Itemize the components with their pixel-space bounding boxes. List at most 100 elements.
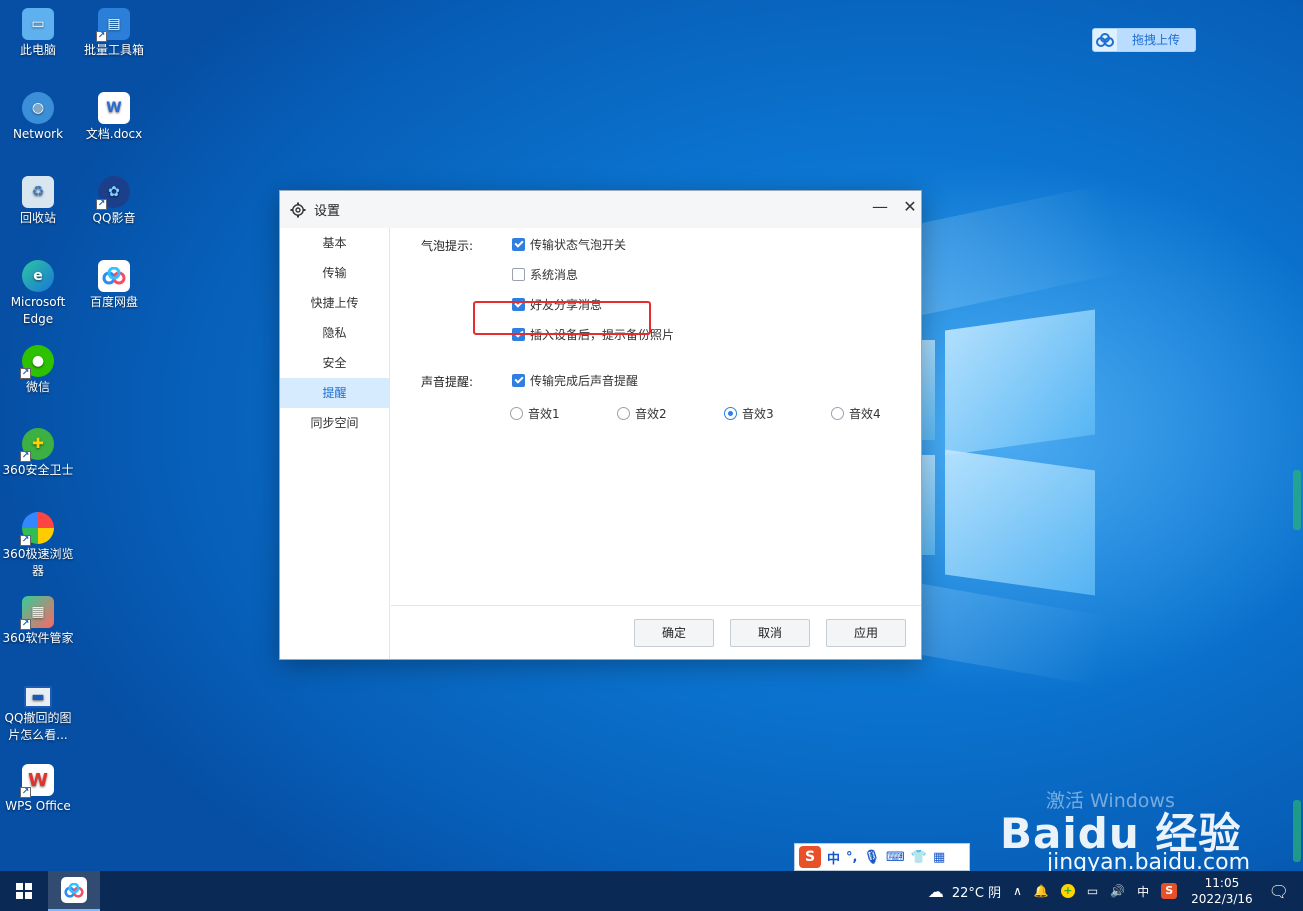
desktop-icon-360-software[interactable]: ▦ ↗ 360软件管家 [0, 596, 76, 647]
system-message-checkbox[interactable]: 系统消息 [512, 266, 578, 283]
weather-widget[interactable]: ☁ 22°C 阴 [928, 882, 1001, 901]
keyboard-icon[interactable]: ⌨ [886, 850, 905, 865]
apply-button[interactable]: 应用 [826, 619, 906, 647]
sound-reminder-label: 声音提醒: [421, 375, 474, 389]
skin-icon[interactable]: 👕 [911, 850, 927, 865]
bubble-tip-label: 气泡提示: [421, 239, 474, 253]
desktop-icon-label: 360软件管家 [2, 631, 74, 645]
close-button[interactable]: ✕ [896, 195, 924, 217]
cloud-weather-icon: ☁ [927, 881, 944, 901]
sidebar-item-reminder[interactable]: 提醒 [280, 378, 389, 408]
taskbar: ☁ 22°C 阴 ∧ 🔔 + ▭ 🔊 中 S 11:05 2022/3/16 🗨 [0, 871, 1303, 911]
360-safe-icon: ✚ ↗ [20, 428, 54, 462]
sound-after-transfer-checkbox[interactable]: 传输完成后声音提醒 [512, 372, 638, 389]
edge-icon: e [22, 260, 54, 292]
radio-unselected[interactable] [510, 407, 523, 420]
ime-mode-indicator[interactable]: 中 [1137, 883, 1149, 900]
radio-label: 音效1 [528, 407, 560, 421]
checkbox-label: 传输完成后声音提醒 [530, 374, 639, 388]
checkbox-unchecked[interactable] [512, 268, 525, 281]
desktop-icon-label: Microsoft Edge [10, 295, 66, 326]
toolbox-grid-icon[interactable]: ▦ [933, 850, 945, 865]
taskbar-app-baidu-netdisk[interactable] [48, 871, 100, 911]
sound-effect-1-radio[interactable]: 音效1 [510, 405, 560, 422]
volume-icon[interactable]: 🔊 [1110, 884, 1125, 898]
taskbar-clock[interactable]: 11:05 2022/3/16 [1191, 875, 1253, 907]
microphone-icon[interactable]: 🎙 [863, 850, 880, 865]
sogou-tray-icon[interactable]: S [1161, 883, 1178, 899]
desktop-icon-label: WPS Office [5, 799, 71, 813]
windows-start-icon [16, 883, 32, 899]
desktop-icon-qq-player[interactable]: ✿ ↗ QQ影音 [76, 176, 152, 227]
360-software-icon: ▦ ↗ [20, 596, 54, 630]
system-tray: ☁ 22°C 阴 ∧ 🔔 + ▭ 🔊 中 S 11:05 2022/3/16 🗨 [922, 871, 1303, 911]
desktop-icon-this-pc[interactable]: ▭ 此电脑 [0, 8, 76, 59]
ime-toolbar[interactable]: S 中 °, 🎙 ⌨ 👕 ▦ [794, 843, 970, 871]
desktop-icon-wechat[interactable]: ● ↗ 微信 [0, 345, 76, 396]
drag-upload-widget[interactable]: 拖拽上传 [1092, 28, 1196, 52]
desktop-icon-label: 微信 [25, 380, 50, 394]
start-button[interactable] [0, 871, 48, 911]
gear-icon [290, 202, 306, 217]
desktop-icon-batch-toolbox[interactable]: ▤ ↗ 批量工具箱 [76, 8, 152, 59]
checkbox-checked[interactable] [512, 374, 525, 387]
desktop-icon-label: 百度网盘 [89, 295, 138, 309]
settings-sidebar: 基本 传输 快捷上传 隐私 安全 提醒 同步空间 [280, 228, 390, 659]
ok-button[interactable]: 确定 [634, 619, 714, 647]
sound-effect-2-radio[interactable]: 音效2 [617, 405, 667, 422]
sidebar-item-sync-space[interactable]: 同步空间 [280, 408, 389, 438]
network-tray-icon[interactable]: ▭ [1087, 884, 1098, 898]
sound-effect-3-radio[interactable]: 音效3 [724, 405, 774, 422]
desktop-icon-label: 此电脑 [19, 43, 56, 57]
sidebar-item-security[interactable]: 安全 [280, 348, 389, 378]
wechat-icon: ● ↗ [20, 345, 54, 379]
desktop-icon-baidu-netdisk[interactable]: 百度网盘 [76, 260, 152, 311]
checkbox-checked[interactable] [512, 238, 525, 251]
360-tray-icon[interactable]: + [1060, 884, 1075, 898]
notification-bell-icon[interactable]: 🔔 [1034, 884, 1049, 898]
sidebar-item-basic[interactable]: 基本 [280, 228, 389, 258]
settings-dialog: 设置 — ✕ 基本 传输 快捷上传 隐私 安全 提醒 同步空间 气泡提示: 传输… [279, 190, 922, 660]
checkbox-label: 系统消息 [530, 268, 579, 282]
desktop-icon-360-safe[interactable]: ✚ ↗ 360安全卫士 [0, 428, 76, 479]
dialog-titlebar[interactable]: 设置 — ✕ [280, 191, 921, 228]
desktop-icon-wps[interactable]: W ↗ WPS Office [0, 764, 76, 815]
clock-time: 11:05 [1204, 876, 1240, 890]
desktop-icon-label: QQ撤回的图片怎么看... [4, 711, 72, 742]
word-document-icon: W [98, 92, 130, 124]
clock-date: 2022/3/16 [1191, 892, 1253, 906]
desktop-icon-network[interactable]: ◍ Network [0, 92, 76, 143]
cancel-button[interactable]: 取消 [730, 619, 810, 647]
minimize-button[interactable]: — [866, 195, 894, 217]
radio-unselected[interactable] [831, 407, 844, 420]
baidu-netdisk-icon [98, 260, 130, 292]
desktop-icon-360-browser[interactable]: ↗ 360极速浏览器 [0, 512, 76, 580]
desktop-icon-document[interactable]: W 文档.docx [76, 92, 152, 143]
ime-punctuation-toggle[interactable]: °, [846, 850, 857, 865]
desktop-icon-label: 回收站 [19, 211, 56, 225]
radio-label: 音效2 [635, 407, 667, 421]
desktop-icon-label: Network [12, 127, 64, 141]
sidebar-item-transfer[interactable]: 传输 [280, 258, 389, 288]
desktop-icon-qq-recall-image[interactable]: ▬ QQ撤回的图片怎么看... [0, 686, 76, 744]
radio-selected[interactable] [724, 407, 737, 420]
desktop-icon-edge[interactable]: e Microsoft Edge [0, 260, 76, 328]
sound-effect-4-radio[interactable]: 音效4 [831, 405, 881, 422]
sidebar-item-quick-upload[interactable]: 快捷上传 [280, 288, 389, 318]
360-browser-icon: ↗ [20, 512, 54, 546]
computer-icon: ▭ [22, 8, 54, 40]
sidebar-item-privacy[interactable]: 隐私 [280, 318, 389, 348]
radio-unselected[interactable] [617, 407, 630, 420]
desktop-icon-recycle-bin[interactable]: ♻ 回收站 [0, 176, 76, 227]
desktop-icon-label: 批量工具箱 [83, 43, 144, 57]
radio-label: 音效4 [849, 407, 881, 421]
dialog-title: 设置 [314, 204, 341, 219]
desktop-icon-label: 360极速浏览器 [2, 547, 74, 578]
baidu-netdisk-icon [61, 877, 87, 903]
notification-center-icon[interactable]: 🗨 [1269, 882, 1289, 901]
transfer-bubble-checkbox[interactable]: 传输状态气泡开关 [512, 236, 626, 253]
drag-upload-label: 拖拽上传 [1117, 29, 1195, 51]
desktop-icon-label: 文档.docx [85, 127, 143, 141]
show-hidden-icons-chevron-icon[interactable]: ∧ [1013, 884, 1022, 898]
ime-chinese-toggle[interactable]: 中 [827, 848, 840, 867]
